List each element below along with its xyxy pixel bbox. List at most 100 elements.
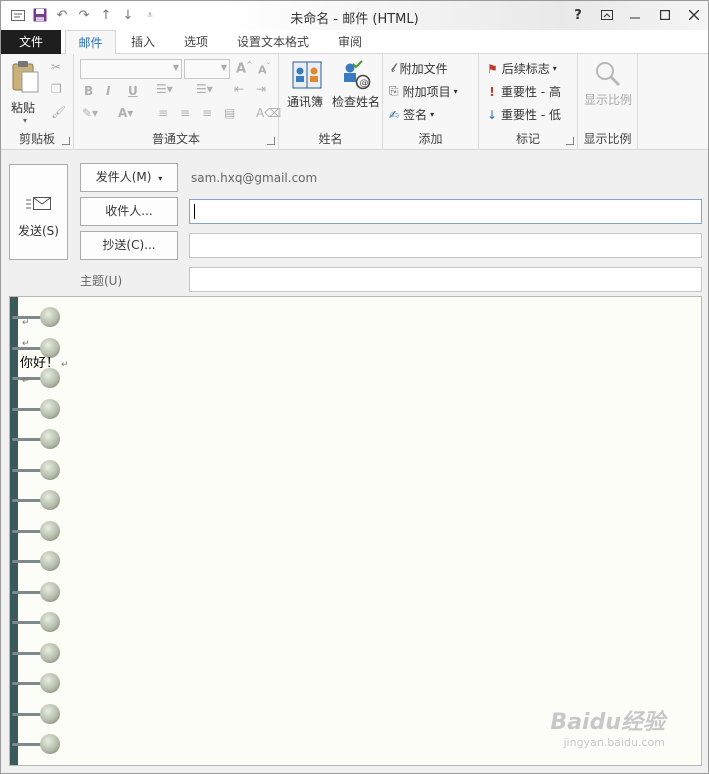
help-button[interactable]: ? bbox=[564, 5, 592, 25]
paste-dropdown-arrow[interactable]: ▾ bbox=[11, 116, 45, 125]
shrink-font-icon[interactable]: Aˇ bbox=[258, 62, 271, 77]
address-book-icon bbox=[292, 61, 322, 89]
signature-dropdown-icon: ▾ bbox=[430, 110, 435, 119]
ribbon-tab-bar: 文件 邮件 插入 选项 设置文本格式 审阅 bbox=[1, 30, 708, 55]
check-names-icon: @ bbox=[344, 60, 371, 90]
copy-icon[interactable]: ❐ bbox=[51, 82, 62, 96]
to-field[interactable] bbox=[189, 199, 702, 224]
paste-button[interactable]: 粘贴 ▾ bbox=[11, 60, 45, 125]
ribbon: 粘贴 ▾ ✂ ❐ 🖌 剪贴板 ▼ ▼ A^ Aˇ B I U ☰▾ ☰▾ ⇤ ⇥… bbox=[1, 54, 708, 150]
attach-item-label: 附加项目 bbox=[402, 85, 451, 99]
follow-up-button[interactable]: ⚑ 后续标志 ▾ bbox=[487, 60, 557, 77]
body-line-empty-1: ↵ bbox=[20, 314, 30, 329]
grow-font-icon[interactable]: A^ bbox=[236, 60, 253, 76]
decrease-indent-icon[interactable]: ⇤ bbox=[234, 82, 244, 96]
outlook-compose-window: ↶ ↷ ↑ ↓ ⩡ 未命名 - 邮件 (HTML) ? 文件 邮件 插入 选项 … bbox=[0, 0, 709, 774]
svg-text:@: @ bbox=[360, 79, 369, 89]
from-button[interactable]: 发件人(M) ▾ bbox=[80, 163, 178, 192]
maximize-button[interactable] bbox=[651, 5, 679, 25]
low-importance-button[interactable]: ↓ 重要性 - 低 bbox=[487, 106, 561, 123]
attach-file-button[interactable]: 𝓵 附加文件 bbox=[391, 60, 448, 77]
notebook-ring bbox=[12, 702, 60, 724]
font-color-button[interactable]: A▾ bbox=[118, 106, 133, 120]
tab-review[interactable]: 审阅 bbox=[324, 30, 376, 54]
notebook-ring bbox=[12, 519, 60, 541]
from-dropdown-icon: ▾ bbox=[158, 174, 163, 183]
font-size-combo[interactable]: ▼ bbox=[184, 59, 230, 79]
paragraph-mark: ↵ bbox=[22, 376, 30, 386]
send-label: 发送(S) bbox=[18, 224, 59, 238]
align-left-icon[interactable]: ≡ bbox=[158, 106, 168, 120]
group-clipboard: 粘贴 ▾ ✂ ❐ 🖌 剪贴板 bbox=[1, 54, 74, 150]
tab-format-text[interactable]: 设置文本格式 bbox=[227, 30, 319, 54]
watermark-url: jingyan.baidu.com bbox=[563, 736, 665, 749]
tab-file[interactable]: 文件 bbox=[1, 30, 61, 54]
baidu-watermark: Baidu经验 jingyan.baidu.com bbox=[550, 704, 665, 749]
font-name-combo[interactable]: ▼ bbox=[80, 59, 182, 79]
font-color-label: A bbox=[118, 106, 128, 120]
address-book-button[interactable]: 通讯簿 bbox=[285, 60, 329, 110]
notebook-ring bbox=[12, 549, 60, 571]
align-center-icon[interactable]: ≡ bbox=[180, 106, 190, 120]
tab-message[interactable]: 邮件 bbox=[65, 30, 116, 55]
send-envelope-icon bbox=[25, 197, 51, 210]
group-label-tags: 标记 bbox=[515, 132, 540, 146]
subject-field[interactable] bbox=[189, 267, 702, 292]
exclamation-icon: ! bbox=[489, 84, 495, 99]
to-button[interactable]: 收件人... bbox=[80, 197, 178, 226]
underline-button[interactable]: U bbox=[128, 84, 138, 98]
group-tags: ⚑ 后续标志 ▾ ! 重要性 - 高 ↓ 重要性 - 低 标记 bbox=[479, 54, 578, 150]
cc-button[interactable]: 抄送(C)... bbox=[80, 231, 178, 260]
zoom-button[interactable]: 显示比例 bbox=[582, 60, 634, 108]
bullets-icon[interactable]: ☰▾ bbox=[156, 82, 173, 96]
basic-text-launcher-icon[interactable] bbox=[267, 137, 275, 145]
increase-indent-icon[interactable]: ⇥ bbox=[256, 82, 266, 96]
close-button[interactable] bbox=[680, 5, 708, 25]
subject-label: 主题(U) bbox=[80, 274, 123, 288]
tab-options[interactable]: 选项 bbox=[171, 30, 221, 54]
title-bar: ↶ ↷ ↑ ↓ ⩡ 未命名 - 邮件 (HTML) ? bbox=[1, 1, 708, 30]
notebook-ring bbox=[12, 580, 60, 602]
attach-item-dropdown-icon: ▾ bbox=[453, 87, 458, 96]
flag-icon: ⚑ bbox=[487, 61, 498, 76]
paperclip-icon: 𝓵 bbox=[391, 61, 396, 75]
group-label-include: 添加 bbox=[418, 132, 443, 146]
clipboard-launcher-icon[interactable] bbox=[62, 137, 70, 145]
notebook-ring bbox=[12, 488, 60, 510]
notebook-ring bbox=[12, 458, 60, 480]
cc-field[interactable] bbox=[189, 233, 702, 258]
paragraph-mark: ↵ bbox=[61, 360, 69, 370]
bold-button[interactable]: B bbox=[84, 84, 93, 98]
notebook-ring bbox=[12, 610, 60, 632]
notebook-ring bbox=[12, 641, 60, 663]
justify-icon[interactable]: ▤ bbox=[224, 106, 235, 120]
signature-button[interactable]: ✍ 签名 ▾ bbox=[389, 106, 434, 123]
body-line-greeting: 你好！ ↵ bbox=[20, 352, 69, 371]
ribbon-display-options-button[interactable] bbox=[593, 5, 621, 25]
message-body[interactable]: ↵ ↵ 你好！ ↵ ↵ Baidu经验 jingyan.baidu.com bbox=[9, 296, 702, 766]
minimize-button[interactable] bbox=[621, 5, 649, 25]
highlight-icon[interactable]: ✎▾ bbox=[82, 106, 98, 120]
paragraph-mark: ↵ bbox=[22, 339, 30, 349]
align-right-icon[interactable]: ≡ bbox=[202, 106, 212, 120]
attach-item-button[interactable]: ⎘ 附加项目 ▾ bbox=[389, 83, 458, 100]
attach-file-label: 附加文件 bbox=[399, 62, 448, 76]
follow-up-label: 后续标志 bbox=[501, 62, 550, 76]
italic-button[interactable]: I bbox=[106, 84, 110, 98]
notebook-ring bbox=[12, 732, 60, 754]
cut-icon[interactable]: ✂ bbox=[51, 60, 61, 74]
tab-insert[interactable]: 插入 bbox=[119, 30, 167, 54]
group-label-names: 姓名 bbox=[318, 132, 343, 146]
high-importance-button[interactable]: ! 重要性 - 高 bbox=[487, 83, 561, 100]
tags-launcher-icon[interactable] bbox=[566, 137, 574, 145]
group-zoom: 显示比例 显示比例 bbox=[578, 54, 638, 150]
clear-formatting-icon[interactable]: A⌫ bbox=[256, 106, 281, 120]
check-names-button[interactable]: @ 检查姓名 bbox=[331, 60, 381, 110]
group-label-zoom: 显示比例 bbox=[583, 132, 632, 146]
numbering-icon[interactable]: ☰▾ bbox=[196, 82, 213, 96]
group-label-basic-text: 普通文本 bbox=[151, 132, 200, 146]
magnifier-icon bbox=[596, 62, 621, 87]
send-button[interactable]: 发送(S) bbox=[9, 164, 68, 260]
greeting-text: 你好！ bbox=[20, 356, 60, 371]
format-painter-icon[interactable]: 🖌 bbox=[51, 105, 66, 119]
